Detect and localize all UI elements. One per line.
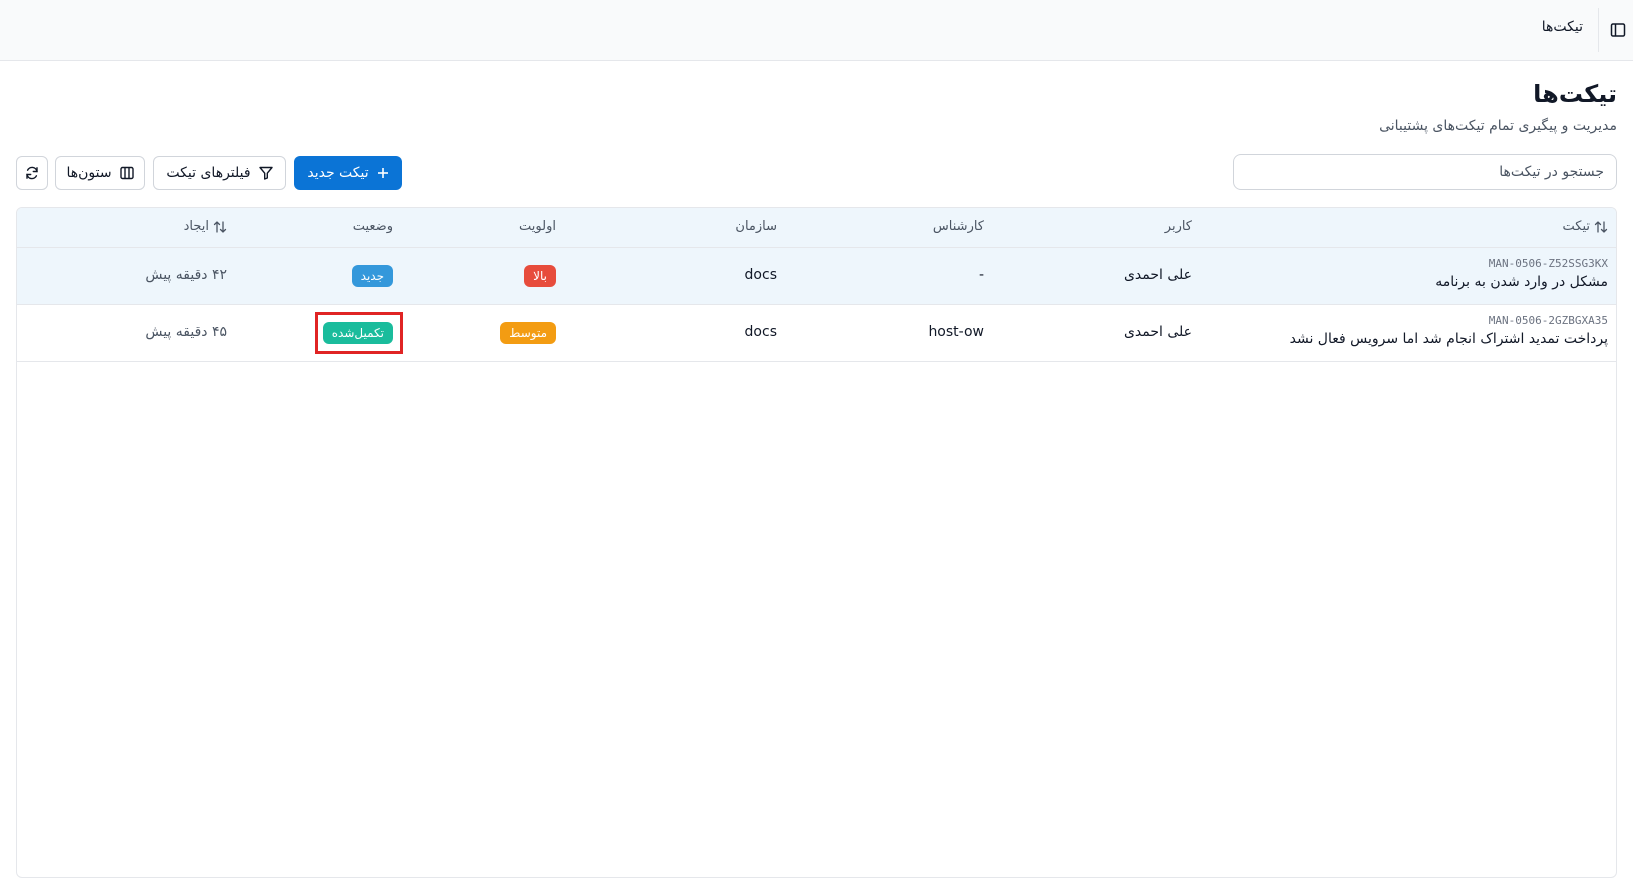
ticket-cell[interactable]: MAN-0506-Z52SSG3KX مشکل در وارد شدن به ب… — [1435, 257, 1608, 290]
th-created[interactable]: ایجاد — [184, 219, 227, 234]
filter-icon — [258, 166, 273, 180]
ticket-title: مشکل در وارد شدن به برنامه — [1435, 274, 1608, 290]
status-badge: تکمیل‌شده — [322, 322, 393, 344]
status-badge-wrapper: تکمیل‌شده — [314, 312, 403, 354]
search-input[interactable] — [1233, 154, 1617, 190]
ticket-id: MAN-0506-2GZBGXA35 — [1488, 314, 1608, 327]
priority-badge: متوسط — [500, 322, 556, 344]
priority-cell: بالا — [524, 265, 556, 287]
user-cell: علی احمدی — [1123, 324, 1192, 340]
th-priority: اولویت — [519, 219, 556, 234]
refresh-button[interactable] — [16, 156, 48, 190]
user-cell: علی احمدی — [1123, 267, 1192, 283]
status-badge: جدید — [351, 265, 393, 287]
tickets-table: تیکت کاربر کارشناس سازمان اولویت وضعیت ا… — [16, 207, 1617, 878]
table-row[interactable]: MAN-0506-2GZBGXA35 پرداخت تمدید اشتراک ا… — [17, 305, 1616, 362]
table-row[interactable]: MAN-0506-Z52SSG3KX مشکل در وارد شدن به ب… — [17, 248, 1616, 305]
organization-cell: docs — [744, 324, 777, 340]
expert-cell: host-ow — [928, 324, 984, 340]
columns-label: ستون‌ها — [66, 165, 112, 181]
columns-button[interactable]: ستون‌ها — [55, 156, 145, 190]
expert-cell: - — [978, 267, 984, 283]
priority-badge: بالا — [524, 265, 556, 287]
new-ticket-button[interactable]: تیکت جدید — [294, 156, 402, 190]
th-organization: سازمان — [735, 219, 777, 234]
ticket-id: MAN-0506-Z52SSG3KX — [1488, 257, 1608, 270]
sidebar-toggle-icon[interactable] — [1607, 19, 1629, 41]
ticket-filters-button[interactable]: فیلترهای تیکت — [153, 156, 286, 190]
th-user: کاربر — [1164, 219, 1192, 234]
plus-icon — [377, 167, 389, 179]
priority-cell: متوسط — [500, 322, 556, 344]
ticket-title: پرداخت تمدید اشتراک انجام شد اما سرویس ف… — [1289, 331, 1608, 347]
sort-icon — [1594, 220, 1608, 234]
sort-icon — [213, 220, 227, 234]
refresh-icon — [25, 166, 39, 180]
new-ticket-label: تیکت جدید — [307, 165, 369, 181]
columns-icon — [119, 166, 134, 180]
top-bar: تیکت‌ها — [0, 0, 1633, 61]
th-ticket[interactable]: تیکت — [1563, 219, 1609, 234]
breadcrumb[interactable]: تیکت‌ها — [1542, 19, 1583, 35]
ticket-cell[interactable]: MAN-0506-2GZBGXA35 پرداخت تمدید اشتراک ا… — [1290, 314, 1608, 347]
organization-cell: docs — [744, 267, 777, 283]
page-title: تیکت‌ها — [1533, 80, 1617, 108]
created-cell: ۴۵ دقیقه پیش — [145, 324, 227, 340]
status-cell: تکمیل‌شده — [314, 312, 403, 354]
status-cell: جدید — [351, 265, 393, 287]
th-ticket-label: تیکت — [1562, 219, 1591, 234]
created-cell: ۴۲ دقیقه پیش — [145, 267, 227, 283]
ticket-filters-label: فیلترهای تیکت — [166, 165, 251, 181]
page-subtitle: مدیریت و پیگیری تمام تیکت‌های پشتیبانی — [1379, 118, 1617, 134]
topbar-divider — [1598, 8, 1599, 52]
table-header: تیکت کاربر کارشناس سازمان اولویت وضعیت ا… — [17, 208, 1616, 248]
th-status: وضعیت — [352, 219, 393, 234]
th-created-label: ایجاد — [183, 219, 209, 234]
th-expert: کارشناس — [932, 219, 984, 234]
